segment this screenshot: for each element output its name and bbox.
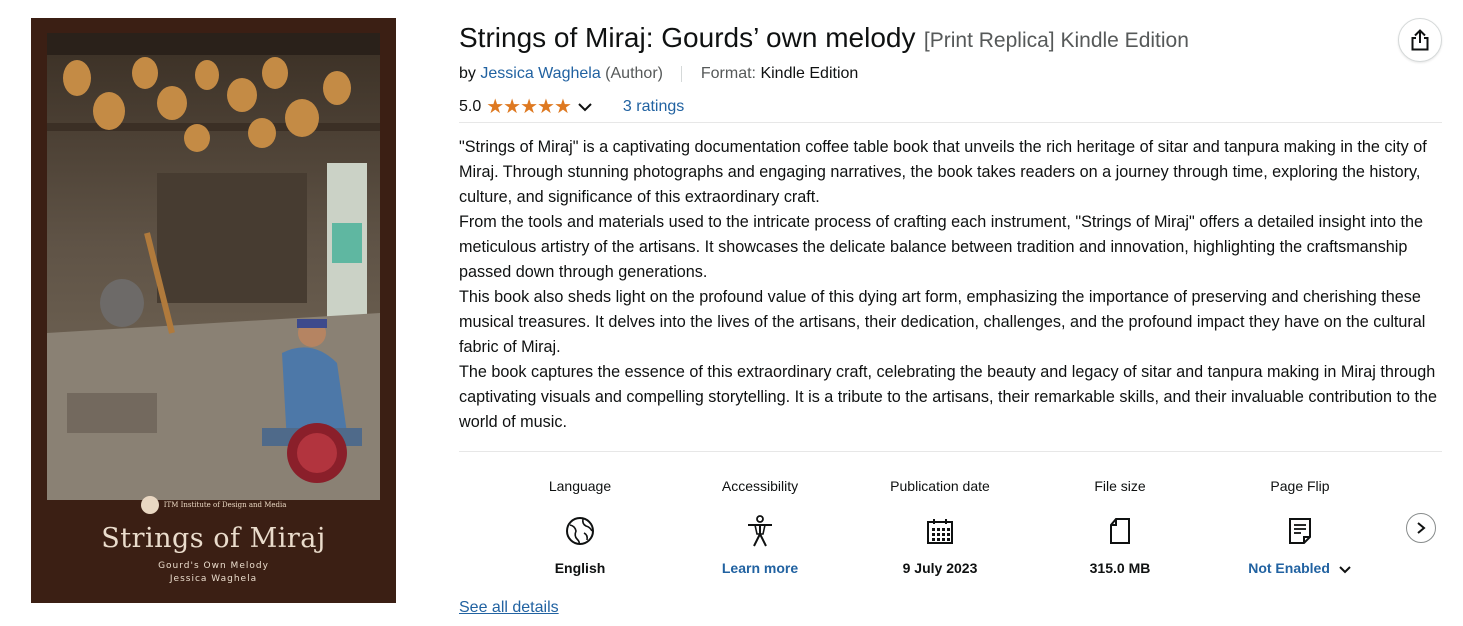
- rating-value: 5.0: [459, 97, 482, 115]
- detail-label: Page Flip: [1270, 478, 1330, 494]
- cover-author: Jessica Waghela: [169, 574, 258, 584]
- learn-more-link[interactable]: Learn more: [670, 560, 850, 576]
- description-paragraph: The book captures the essence of this ex…: [459, 363, 1438, 431]
- detail-value: 9 July 2023: [902, 560, 978, 576]
- chevron-right-icon: [1417, 522, 1426, 534]
- chevron-down-icon[interactable]: [577, 102, 593, 112]
- detail-label: Language: [548, 478, 612, 494]
- product-details-carousel: Language English Accessibility Learn mor…: [490, 478, 1390, 588]
- page-flip-dropdown[interactable]: Not Enabled: [1210, 560, 1390, 576]
- detail-value: Not Enabled: [1248, 560, 1330, 576]
- author-link[interactable]: Jessica Waghela: [480, 65, 600, 82]
- five-star-rating-icon[interactable]: ★★★★★: [486, 94, 572, 119]
- rating-row: 5.0 ★★★★★ 3 ratings: [459, 94, 684, 119]
- product-title: Strings of Miraj: Gourds’ own melody: [459, 22, 916, 53]
- detail-file-size: File size 315.0 MB: [1030, 478, 1210, 576]
- product-description: "Strings of Miraj" is a captivating docu…: [459, 135, 1444, 435]
- description-paragraph: "Strings of Miraj" is a captivating docu…: [459, 138, 1427, 206]
- detail-page-flip: Page Flip Not Enabled: [1210, 478, 1390, 576]
- carousel-next-button[interactable]: [1406, 513, 1436, 543]
- publisher-emblem-icon: [140, 496, 159, 514]
- divider: [459, 122, 1442, 123]
- byline: by Jessica Waghela (Author) Format: Kind…: [459, 65, 858, 83]
- detail-label: File size: [1094, 478, 1146, 494]
- calendar-icon: [850, 506, 1030, 556]
- byline-prefix: by: [459, 65, 476, 82]
- byline-separator: [681, 65, 683, 82]
- product-title-row: Strings of Miraj: Gourds’ own melody [Pr…: [459, 22, 1189, 54]
- detail-label: Accessibility: [721, 478, 799, 494]
- author-role: (Author): [605, 65, 663, 82]
- detail-label: Publication date: [890, 478, 990, 494]
- ratings-count-link[interactable]: 3 ratings: [623, 98, 684, 116]
- divider: [459, 451, 1442, 452]
- description-paragraph: This book also sheds light on the profou…: [459, 288, 1426, 356]
- detail-publication-date: Publication date 9 July 2023: [850, 478, 1030, 576]
- book-cover-image[interactable]: ITM Institute of Design and Media String…: [31, 18, 396, 603]
- file-icon: [1030, 506, 1210, 556]
- page-flip-icon: [1210, 506, 1390, 556]
- detail-accessibility: Accessibility Learn more: [670, 478, 850, 576]
- chevron-down-icon: [1339, 566, 1351, 574]
- share-button[interactable]: [1398, 18, 1442, 62]
- format-label: Format:: [700, 65, 756, 82]
- cover-title: Strings of Miraj: [101, 523, 326, 554]
- format-value: Kindle Edition: [760, 65, 859, 82]
- cover-photo: [47, 33, 380, 500]
- see-all-details-link[interactable]: See all details: [459, 599, 559, 617]
- detail-language: Language English: [490, 478, 670, 576]
- accessibility-person-icon: [670, 506, 850, 556]
- globe-icon: [490, 506, 670, 556]
- cover-logo-text: ITM Institute of Design and Media: [163, 501, 287, 509]
- cover-subtitle: Gourd's Own Melody: [158, 561, 269, 571]
- description-paragraph: From the tools and materials used to the…: [459, 213, 1424, 281]
- detail-value: English: [554, 560, 606, 576]
- product-edition: [Print Replica] Kindle Edition: [923, 29, 1189, 52]
- detail-value: 315.0 MB: [1089, 560, 1151, 576]
- cover-photo-illustration: [47, 33, 380, 500]
- cover-publisher-logo: ITM Institute of Design and Media: [31, 496, 396, 514]
- share-icon: [1411, 29, 1429, 51]
